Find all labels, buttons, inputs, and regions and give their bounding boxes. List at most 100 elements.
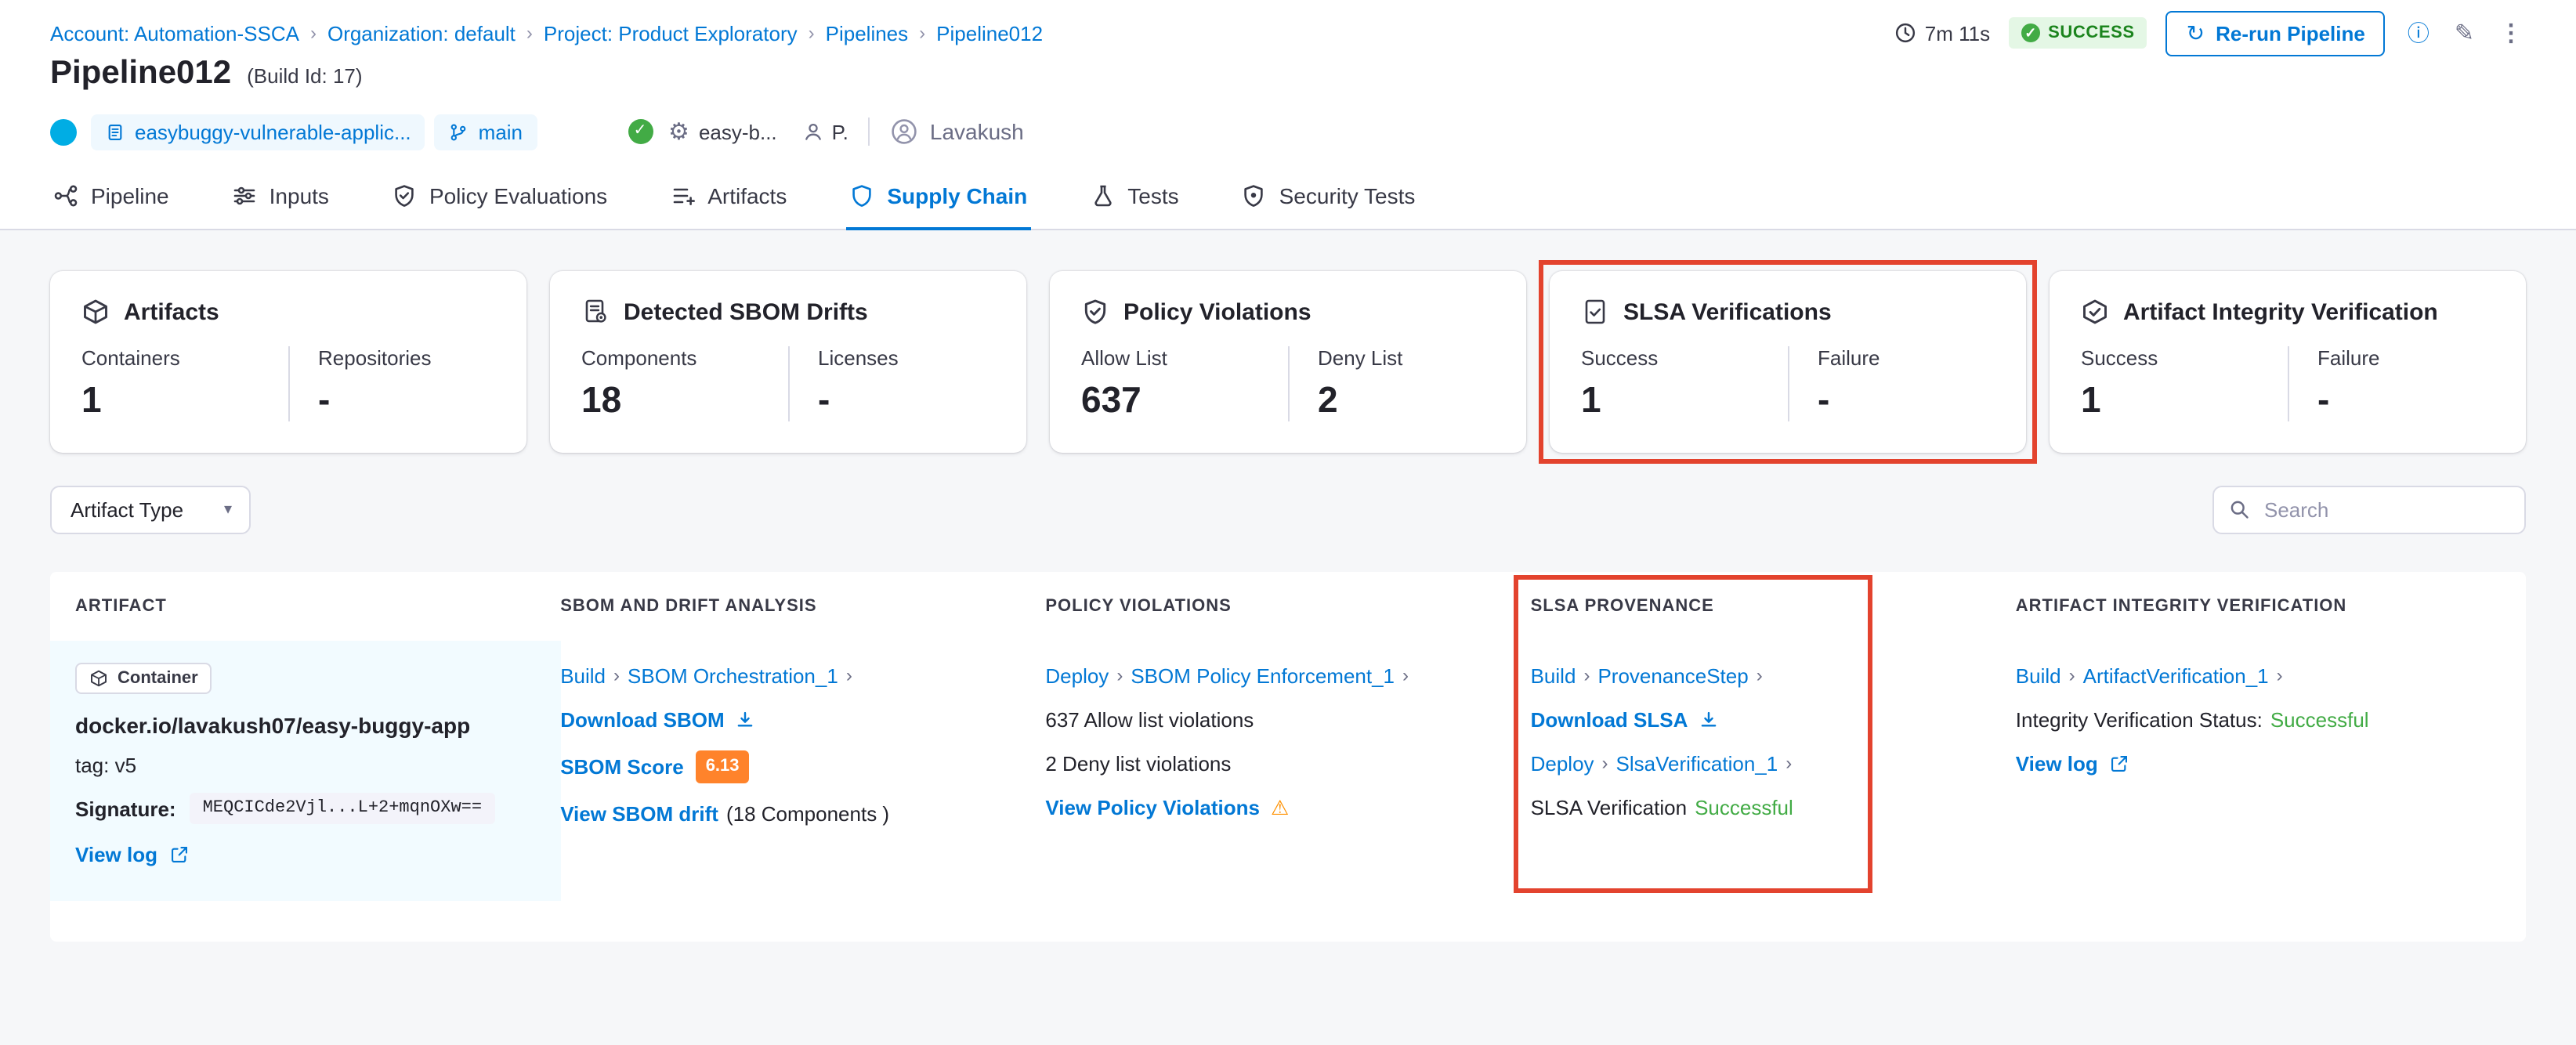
download-icon[interactable] [1699, 710, 1719, 730]
breadcrumb-account-link[interactable]: Account: Automation-SSCA [50, 21, 299, 45]
metric-value: - [818, 379, 830, 420]
tab-artifacts[interactable]: Artifacts [667, 168, 790, 230]
more-options-button[interactable]: ⋮ [2496, 21, 2526, 45]
chevron-right-icon: › [1402, 664, 1409, 686]
deploy-stage-link[interactable]: Deploy [1531, 750, 1594, 777]
artifacts-card-icon [81, 298, 110, 326]
artifact-verification-step-link[interactable]: ArtifactVerification_1 [2083, 663, 2269, 689]
artifact-integrity-card-icon [2081, 298, 2109, 326]
slsa-verification-step-link[interactable]: SlsaVerification_1 [1616, 750, 1778, 777]
summary-card-artifacts: Artifacts Containers 1 Repositories - [50, 271, 526, 453]
git-branch-icon [449, 121, 469, 142]
column-header-policy-violations: POLICY VIOLATIONS [1045, 597, 1232, 616]
chevron-right-icon: › [1601, 752, 1608, 774]
integrity-status-label: Integrity Verification Status: [2015, 708, 2263, 732]
info-icon-button[interactable]: ⓘ [2404, 22, 2433, 44]
sbom-drift-card-icon [581, 298, 610, 326]
sbom-policy-enforcement-step-link[interactable]: SBOM Policy Enforcement_1 [1131, 663, 1395, 689]
container-type-badge: Container [75, 663, 212, 694]
download-slsa-link[interactable]: Download SLSA [1531, 707, 1688, 733]
branch-name: main [478, 120, 523, 143]
tab-bar: Pipeline Inputs Policy Evaluations Artif… [0, 168, 2576, 230]
policy-violations-card-icon [1081, 298, 1109, 326]
slsa-card-icon [1581, 298, 1609, 326]
breadcrumb-pipelines-link[interactable]: Pipelines [826, 21, 909, 45]
slsa-verification-step-path: Deploy › SlsaVerification_1 › [1531, 750, 1978, 777]
metric-label: Failure [2317, 346, 2380, 370]
artifact-name: docker.io/lavakush07/easy-buggy-app [75, 713, 471, 738]
provenance-step-link[interactable]: ProvenanceStep [1597, 663, 1748, 689]
artifact-type-select[interactable]: Artifact Type ▾ [50, 486, 251, 534]
sbom-step-path: Build › SBOM Orchestration_1 › [560, 663, 1008, 689]
metric-value: - [2317, 379, 2330, 420]
metric-value: 18 [581, 379, 622, 420]
summary-card-slsa-verifications: SLSA Verifications Success 1 Failure - [1539, 260, 2037, 464]
tab-supply-chain[interactable]: Supply Chain [846, 168, 1031, 230]
tab-inputs[interactable]: Inputs [229, 168, 332, 230]
repo-chip[interactable]: easybuggy-vulnerable-applic... [91, 114, 425, 150]
rerun-pipeline-button[interactable]: ↻ Re-run Pipeline [2165, 10, 2386, 56]
branch-chip[interactable]: main [434, 114, 537, 150]
view-log-link[interactable]: View log [75, 843, 189, 866]
deny-list-violations-text: 2 Deny list violations [1045, 752, 1232, 776]
column-header-artifact-integrity: ARTIFACT INTEGRITY VERIFICATION [2015, 597, 2347, 616]
artifact-cell: Container docker.io/lavakush07/easy-bugg… [50, 641, 561, 901]
search-box [2212, 486, 2526, 534]
build-stage-link[interactable]: Build [560, 663, 606, 689]
edit-pipeline-button[interactable]: ✎ [2451, 21, 2477, 45]
breadcrumb-organization-link[interactable]: Organization: default [327, 21, 516, 45]
metric-label: Repositories [318, 346, 432, 370]
sbom-orchestration-step-link[interactable]: SBOM Orchestration_1 [628, 663, 838, 689]
breadcrumb-pipeline-link[interactable]: Pipeline012 [936, 21, 1043, 45]
chevron-right-icon: › [613, 664, 620, 686]
stage-success-icon: ✓ [628, 119, 653, 144]
view-policy-violations-link[interactable]: View Policy Violations [1045, 794, 1260, 821]
filter-bar: Artifact Type ▾ [50, 486, 2526, 534]
clock-icon [1895, 22, 1917, 44]
supply-chain-icon [849, 183, 874, 208]
search-input[interactable] [2212, 486, 2526, 534]
chevron-right-icon: › [1583, 664, 1590, 686]
tab-policy-evaluations[interactable]: Policy Evaluations [389, 168, 610, 230]
tab-tests[interactable]: Tests [1087, 168, 1181, 230]
tab-security-tests[interactable]: Security Tests [1239, 168, 1419, 230]
integrity-status-value: Successful [2270, 708, 2369, 732]
view-sbom-drift-link[interactable]: View SBOM drift [560, 801, 718, 827]
summary-card-policy-violations: Policy Violations Allow List 637 Deny Lis… [1050, 271, 1526, 453]
sbom-score-link[interactable]: SBOM Score [560, 754, 684, 780]
settings-icon: ⚙ [668, 119, 689, 146]
policy-step-path: Deploy › SBOM Policy Enforcement_1 › [1045, 663, 1492, 689]
download-icon[interactable] [736, 710, 756, 730]
policy-evaluations-icon [392, 183, 417, 208]
warning-icon: ⚠ [1270, 796, 1290, 819]
card-title: Artifact Integrity Verification [2123, 298, 2438, 325]
build-stage-link[interactable]: Build [2016, 663, 2061, 689]
refresh-icon: ↻ [2186, 20, 2205, 45]
status-label: SUCCESS [2048, 24, 2135, 42]
chevron-right-icon: › [1116, 664, 1123, 686]
chevron-right-icon: › [1756, 664, 1763, 686]
sbom-score-badge: 6.13 [696, 750, 749, 783]
execution-name: easy-b... [698, 120, 777, 143]
supply-chain-content: Artifacts Containers 1 Repositories - Dete… [0, 230, 2576, 1045]
user-icon [802, 121, 824, 143]
metric-label: Success [1581, 346, 1659, 370]
external-link-icon [2109, 754, 2129, 774]
tab-pipeline[interactable]: Pipeline [50, 168, 172, 230]
metric-value: 1 [81, 379, 102, 420]
slsa-provenance-step-path: Build › ProvenanceStep › [1531, 663, 1978, 689]
deploy-stage-link[interactable]: Deploy [1045, 663, 1109, 689]
slsa-verification-status-value: Successful [1695, 796, 1793, 819]
chevron-right-icon: › [808, 22, 815, 44]
view-log-link[interactable]: View log [2016, 750, 2129, 777]
column-header-artifact: ARTIFACT [75, 597, 167, 616]
metric-label: Licenses [818, 346, 899, 370]
download-sbom-link[interactable]: Download SBOM [560, 707, 724, 733]
container-icon [89, 669, 108, 688]
allow-list-violations-text: 637 Allow list violations [1045, 708, 1254, 732]
breadcrumb-project-link[interactable]: Project: Product Exploratory [544, 21, 798, 45]
build-stage-link[interactable]: Build [1531, 663, 1576, 689]
chevron-right-icon: › [526, 22, 533, 44]
external-link-icon [168, 844, 189, 865]
duration-text: 7m 11s [1924, 21, 1991, 45]
